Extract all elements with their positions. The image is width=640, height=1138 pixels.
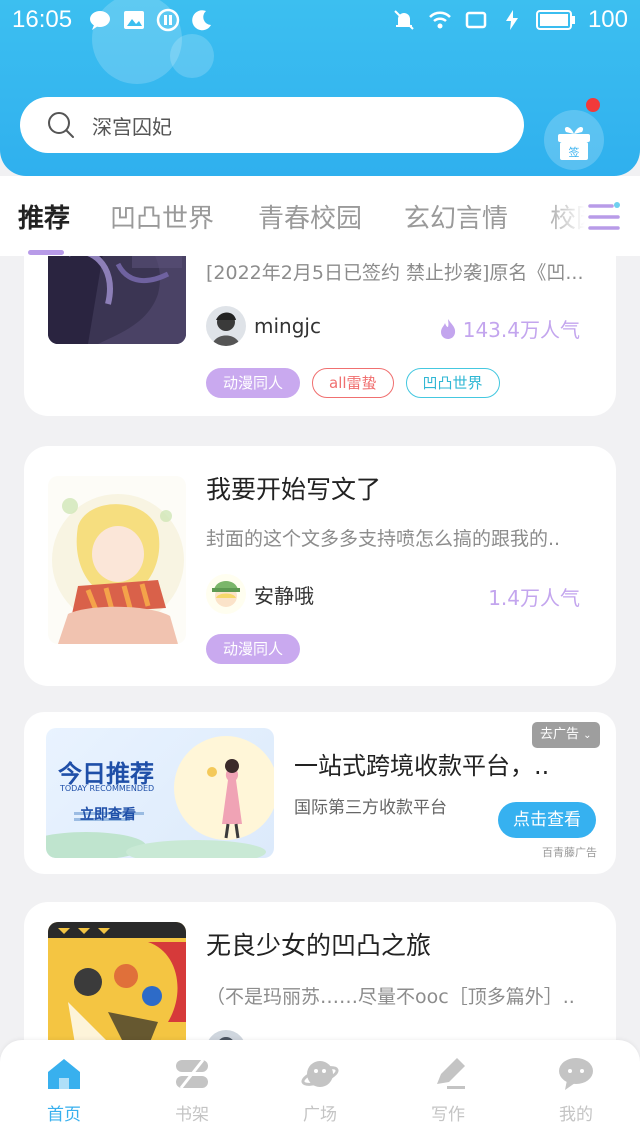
ad-banner-subtitle: TODAY RECOMMENDED <box>60 784 155 793</box>
bell-muted-icon <box>394 10 414 30</box>
tag-chip[interactable]: 动漫同人 <box>206 634 301 664</box>
remove-ad-button[interactable]: 去广告 ⌄ <box>532 722 600 748</box>
ad-card[interactable]: 今日推荐 TODAY RECOMMENDED 立即查看 一站式跨境收款平台，..… <box>24 712 616 874</box>
planet-icon <box>301 1061 339 1087</box>
remove-ad-label: 去广告 <box>540 727 580 742</box>
sim-icon <box>465 11 487 29</box>
author-row[interactable]: 安静哦 <box>206 574 314 614</box>
nav-home-label: 首页 <box>47 1105 81 1125</box>
category-tabs: 推荐 凹凸世界 青春校园 玄幻言情 校园 <box>0 176 640 256</box>
popularity: 1.4万人气 <box>488 582 580 611</box>
pen-icon <box>437 1058 465 1089</box>
tag-chip[interactable]: 动漫同人 <box>206 368 301 398</box>
image-icon <box>124 11 144 29</box>
charging-icon <box>505 10 518 30</box>
author-avatar[interactable] <box>206 574 246 614</box>
pause-icon <box>156 8 180 32</box>
ad-source: 百青藤广告 <box>542 846 597 859</box>
book-cover[interactable] <box>48 922 186 1040</box>
tab-youth-campus[interactable]: 青春校园 <box>258 198 362 235</box>
author-avatar[interactable] <box>206 306 246 346</box>
sign-in-gift-button[interactable]: 签 <box>544 110 604 170</box>
author-avatar[interactable] <box>206 1030 246 1040</box>
battery-level: 100 <box>587 6 628 33</box>
status-bar: 16:05 100 <box>0 0 640 40</box>
home-icon <box>48 1059 80 1089</box>
search-icon <box>48 112 74 138</box>
book-feed[interactable]: [2022年2月5日已签约 禁止抄袭]原名《凹... mingjc 143.4万… <box>0 256 640 1040</box>
nav-home[interactable]: 首页 <box>24 1056 104 1125</box>
nav-bookshelf[interactable]: 书架 <box>152 1056 232 1125</box>
tab-aotu-world[interactable]: 凹凸世界 <box>110 198 214 235</box>
book-cover[interactable] <box>48 476 186 644</box>
book-title[interactable]: 我要开始写文了 <box>206 470 381 506</box>
moon-icon <box>192 10 211 31</box>
flame-icon <box>440 318 455 339</box>
tag-chip[interactable]: all雷蛰 <box>312 368 394 398</box>
popularity-count: 143.4万人气 <box>462 318 580 342</box>
tag-list: 动漫同人 all雷蛰 凹凸世界 <box>206 368 500 398</box>
tab-recommend[interactable]: 推荐 <box>18 198 70 235</box>
nav-square[interactable]: 广场 <box>280 1056 360 1125</box>
active-tab-indicator <box>28 250 64 255</box>
status-time: 16:05 <box>12 6 73 33</box>
book-cover[interactable] <box>48 256 186 344</box>
nav-profile[interactable]: 我的 <box>536 1056 616 1125</box>
ad-banner-cta: 立即查看 <box>80 807 136 823</box>
book-card[interactable]: 我要开始写文了 封面的这个文多多支持喷怎么搞的跟我的.. 安静哦 1.4万人气 … <box>24 446 616 686</box>
notification-dot <box>586 98 600 112</box>
ad-title[interactable]: 一站式跨境收款平台，.. <box>294 746 549 781</box>
nav-write-label: 写作 <box>431 1105 465 1125</box>
popularity-count: 1.4万人气 <box>488 586 580 610</box>
book-description: [2022年2月5日已签约 禁止抄袭]原名《凹... <box>206 262 584 284</box>
tag-list: 动漫同人 <box>206 634 301 664</box>
bookshelf-icon <box>176 1059 208 1089</box>
author-name: 安静哦 <box>254 583 314 608</box>
search-input[interactable]: 深宫囚妃 <box>20 97 524 153</box>
popularity: 143.4万人气 <box>439 314 580 343</box>
author-row[interactable]: mingjc <box>206 306 321 346</box>
nav-write[interactable]: 写作 <box>408 1056 488 1125</box>
book-card[interactable]: 无良少女的凹凸之旅 （不是玛丽苏……尽量不ooc［顶多篇外］.. <box>24 902 616 1040</box>
search-placeholder: 深宫囚妃 <box>92 114 172 139</box>
nav-profile-label: 我的 <box>559 1105 593 1125</box>
book-card[interactable]: [2022年2月5日已签约 禁止抄袭]原名《凹... mingjc 143.4万… <box>24 256 616 416</box>
battery-icon <box>535 10 575 30</box>
menu-icon[interactable] <box>586 200 622 234</box>
nav-square-label: 广场 <box>303 1105 337 1125</box>
chevron-down-icon: ⌄ <box>583 730 592 741</box>
book-title[interactable]: 无良少女的凹凸之旅 <box>206 926 431 962</box>
bottom-nav: 首页 书架 广场 写作 我的 <box>0 1040 640 1138</box>
message-icon <box>90 11 110 30</box>
ad-view-button[interactable]: 点击查看 <box>498 802 596 838</box>
nav-bookshelf-label: 书架 <box>175 1105 209 1125</box>
tab-fantasy-romance[interactable]: 玄幻言情 <box>404 198 508 235</box>
book-description: （不是玛丽苏……尽量不ooc［顶多篇外］.. <box>206 986 575 1008</box>
author-name: mingjc <box>254 314 321 338</box>
ad-subtitle: 国际第三方收款平台 <box>294 798 447 818</box>
wifi-icon <box>429 11 451 29</box>
tag-chip[interactable]: 凹凸世界 <box>405 368 500 398</box>
gift-icon: 签 <box>558 127 590 160</box>
ad-banner[interactable]: 今日推荐 TODAY RECOMMENDED 立即查看 <box>46 728 274 858</box>
svg-text:签: 签 <box>569 145 580 159</box>
author-row[interactable] <box>206 1030 246 1040</box>
book-description: 封面的这个文多多支持喷怎么搞的跟我的.. <box>206 528 561 550</box>
chat-bubble-icon <box>559 1058 593 1090</box>
